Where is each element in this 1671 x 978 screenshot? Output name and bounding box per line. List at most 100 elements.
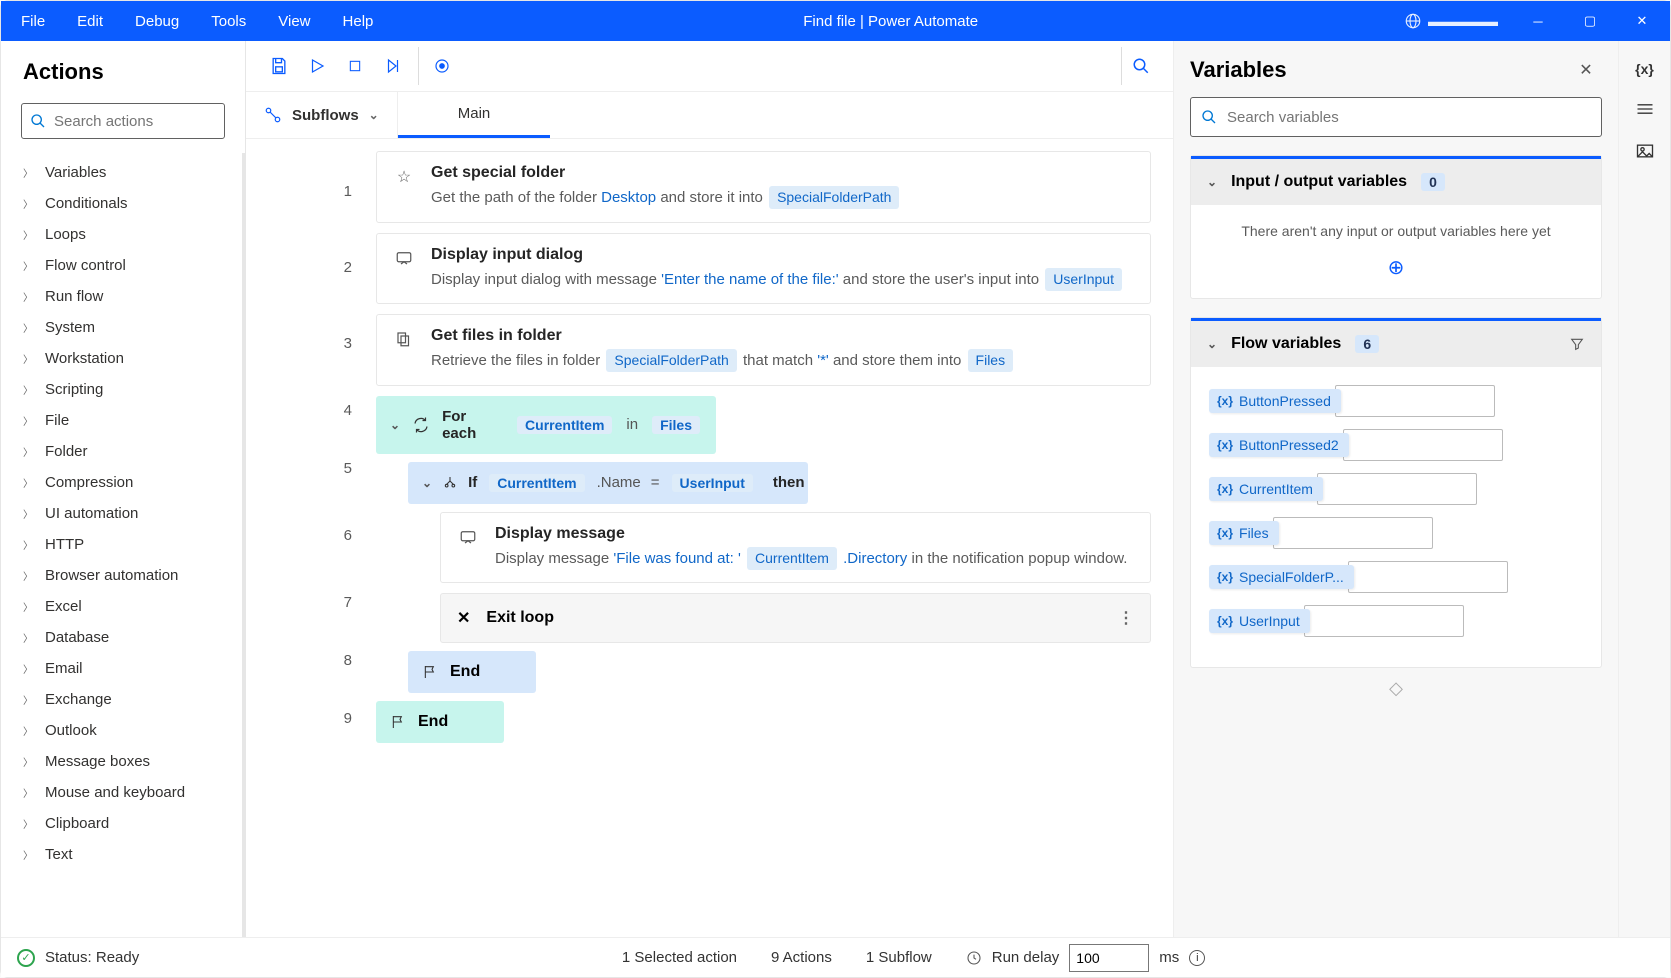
images-rail-button[interactable] — [1635, 141, 1655, 161]
search-icon — [30, 113, 46, 129]
cat-exchange[interactable]: 〉Exchange — [1, 684, 242, 715]
cat-conditionals[interactable]: 〉Conditionals — [1, 188, 242, 219]
action-categories[interactable]: 〉Variables 〉Conditionals 〉Loops 〉Flow co… — [1, 153, 245, 937]
step-exit-loop[interactable]: ✕ Exit loop ⋮ — [440, 593, 1151, 643]
menu-help[interactable]: Help — [329, 7, 388, 36]
cat-flowcontrol[interactable]: 〉Flow control — [1, 250, 242, 281]
line-gutter: 123 456 789 — [246, 139, 376, 937]
token-specialfolderpath: SpecialFolderPath — [769, 186, 899, 209]
ui-elements-rail-button[interactable] — [1635, 99, 1655, 119]
menu-view[interactable]: View — [264, 7, 324, 36]
window-close[interactable]: ✕ — [1620, 1, 1664, 41]
flow-var-files[interactable]: {x}Files — [1209, 517, 1583, 549]
window-maximize[interactable]: ▢ — [1568, 1, 1612, 41]
menu-debug[interactable]: Debug — [121, 7, 193, 36]
cat-compression[interactable]: 〉Compression — [1, 467, 242, 498]
cat-loops[interactable]: 〉Loops — [1, 219, 242, 250]
environment-picker[interactable]: ▬▬▬▬▬ — [1394, 12, 1508, 30]
cat-excel[interactable]: 〉Excel — [1, 591, 242, 622]
clock-icon — [966, 950, 982, 966]
flag-icon — [422, 664, 438, 680]
close-icon: ✕ — [457, 608, 470, 628]
right-rail: {x} — [1618, 41, 1670, 937]
cat-email[interactable]: 〉Email — [1, 653, 242, 684]
step-display-input-dialog[interactable]: Display input dialog Display input dialo… — [376, 233, 1151, 305]
cat-variables[interactable]: 〉Variables — [1, 157, 242, 188]
token-specialfolderpath: SpecialFolderPath — [606, 349, 736, 372]
menu-file[interactable]: File — [7, 7, 59, 36]
branch-icon — [442, 475, 458, 491]
cat-runflow[interactable]: 〉Run flow — [1, 281, 242, 312]
flow-var-buttonpressed[interactable]: {x}ButtonPressed — [1209, 385, 1583, 417]
flow-var-userinput[interactable]: {x}UserInput — [1209, 605, 1583, 637]
token-files: Files — [968, 349, 1014, 372]
search-actions-input[interactable] — [54, 113, 253, 130]
search-variables-input[interactable] — [1227, 109, 1591, 126]
cat-mousekeyboard[interactable]: 〉Mouse and keyboard — [1, 777, 242, 808]
flow-var-currentitem[interactable]: {x}CurrentItem — [1209, 473, 1583, 505]
step-title: Get special folder — [431, 164, 1134, 182]
step-get-files-in-folder[interactable]: Get files in folder Retrieve the files i… — [376, 314, 1151, 386]
cat-browser[interactable]: 〉Browser automation — [1, 560, 242, 591]
variables-rail-button[interactable]: {x} — [1635, 61, 1654, 77]
search-actions[interactable] — [21, 103, 225, 139]
flow-vars-count: 6 — [1355, 335, 1379, 353]
io-vars-header[interactable]: ⌄ Input / output variables 0 — [1191, 156, 1601, 205]
variables-title: Variables — [1190, 57, 1570, 83]
cat-http[interactable]: 〉HTTP — [1, 529, 242, 560]
token-userinput: UserInput — [672, 474, 753, 492]
menu-edit[interactable]: Edit — [63, 7, 117, 36]
cat-messageboxes[interactable]: 〉Message boxes — [1, 746, 242, 777]
subflows-dropdown[interactable]: Subflows ⌄ — [246, 92, 398, 138]
add-io-variable-button[interactable]: ⊕ — [1209, 255, 1583, 280]
token-currentitem: CurrentItem — [517, 416, 612, 434]
search-variables[interactable] — [1190, 97, 1602, 137]
cat-workstation[interactable]: 〉Workstation — [1, 343, 242, 374]
token-userinput: UserInput — [1045, 268, 1122, 291]
info-icon[interactable]: i — [1189, 950, 1205, 966]
search-flow-button[interactable] — [1121, 47, 1159, 85]
step-display-message[interactable]: Display message Display message 'File wa… — [440, 512, 1151, 584]
clear-vars-button[interactable]: ◇ — [1190, 668, 1602, 699]
step-foreach[interactable]: ⌄ For each CurrentItem in Files — [376, 396, 716, 454]
more-icon[interactable]: ⋮ — [1118, 608, 1134, 628]
record-button[interactable] — [418, 47, 456, 85]
chevron-down-icon: ⌄ — [1207, 337, 1217, 351]
cat-text[interactable]: 〉Text — [1, 839, 242, 870]
step-end-foreach[interactable]: End — [376, 701, 504, 743]
cat-clipboard[interactable]: 〉Clipboard — [1, 808, 242, 839]
close-panel-button[interactable]: ✕ — [1570, 60, 1602, 80]
run-next-button[interactable] — [374, 47, 412, 85]
menu-bar: File Edit Debug Tools View Help — [7, 7, 387, 36]
run-delay-input[interactable] — [1069, 944, 1149, 972]
status-actions: 9 Actions — [771, 949, 832, 966]
flow-vars-header[interactable]: ⌄ Flow variables 6 — [1191, 318, 1601, 367]
dialog-icon — [393, 246, 415, 292]
chevron-down-icon: ⌄ — [390, 418, 400, 432]
flow-var-buttonpressed2[interactable]: {x}ButtonPressed2 — [1209, 429, 1583, 461]
cat-scripting[interactable]: 〉Scripting — [1, 374, 242, 405]
token-files: Files — [652, 416, 700, 434]
step-title: Display message — [495, 525, 1134, 543]
io-vars-empty: There aren't any input or output variabl… — [1209, 223, 1583, 239]
cat-uiautomation[interactable]: 〉UI automation — [1, 498, 242, 529]
save-button[interactable] — [260, 47, 298, 85]
subflows-label: Subflows — [292, 107, 359, 124]
menu-tools[interactable]: Tools — [197, 7, 260, 36]
run-button[interactable] — [298, 47, 336, 85]
cat-folder[interactable]: 〉Folder — [1, 436, 242, 467]
cat-system[interactable]: 〉System — [1, 312, 242, 343]
cat-file[interactable]: 〉File — [1, 405, 242, 436]
tab-main[interactable]: Main — [398, 92, 551, 138]
run-delay-label: Run delay — [992, 949, 1060, 966]
cat-database[interactable]: 〉Database — [1, 622, 242, 653]
step-get-special-folder[interactable]: ☆ Get special folder Get the path of the… — [376, 151, 1151, 223]
io-vars-count: 0 — [1421, 173, 1445, 191]
cat-outlook[interactable]: 〉Outlook — [1, 715, 242, 746]
filter-icon[interactable] — [1569, 336, 1585, 352]
step-if[interactable]: ⌄ If CurrentItem .Name = UserInput then — [408, 462, 808, 504]
window-minimize[interactable]: ─ — [1516, 1, 1560, 41]
step-end-if[interactable]: End — [408, 651, 536, 693]
stop-button[interactable] — [336, 47, 374, 85]
flow-var-specialfolder[interactable]: {x}SpecialFolderP... — [1209, 561, 1583, 593]
